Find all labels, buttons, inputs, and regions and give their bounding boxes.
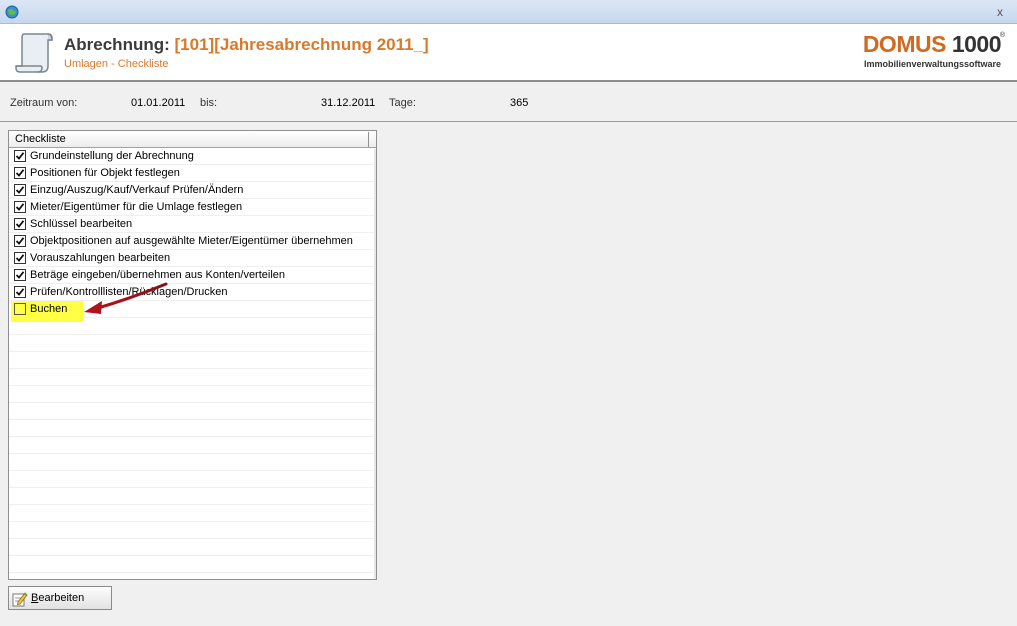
checked-checkbox[interactable] (14, 150, 26, 162)
annotation-arrow (84, 282, 168, 314)
scroll-document-icon (15, 33, 53, 73)
bearbeiten-label: Bearbeiten (31, 592, 85, 604)
bis-label: bis: (200, 97, 218, 109)
empty-row (9, 403, 376, 420)
checklist-row[interactable]: Einzug/Auszug/Kauf/Verkauf Prüfen/Ändern (9, 182, 376, 199)
checklist-item-label: Beträge eingeben/übernehmen aus Konten/v… (30, 269, 286, 281)
empty-row (9, 335, 376, 352)
checklist-item-label: Einzug/Auszug/Kauf/Verkauf Prüfen/Ändern (30, 184, 244, 196)
checklist-table: Checkliste Grundeinstellung der Abrechnu… (8, 130, 377, 580)
checkmark-icon (15, 220, 25, 228)
empty-row (9, 539, 376, 556)
checkmark-icon (15, 237, 25, 245)
checklist-row[interactable]: Positionen für Objekt festlegen (9, 165, 376, 182)
checkmark-icon (15, 152, 25, 160)
checklist-row[interactable]: Beträge eingeben/übernehmen aus Konten/v… (9, 267, 376, 284)
empty-row (9, 352, 376, 369)
checklist-row[interactable]: Vorauszahlungen bearbeiten (9, 250, 376, 267)
column-resize-handle[interactable] (368, 132, 370, 147)
checklist-column-header[interactable]: Checkliste (9, 131, 376, 148)
edit-pencil-icon (12, 592, 28, 607)
logo-brand: DOMUS (862, 31, 947, 57)
empty-row (9, 522, 376, 539)
checklist-row[interactable]: Schlüssel bearbeiten (9, 216, 376, 233)
checked-checkbox[interactable] (14, 167, 26, 179)
checked-checkbox[interactable] (14, 201, 26, 213)
window-titlebar: x (0, 0, 1017, 24)
bis-value: 31.12.2011 (321, 97, 376, 109)
checklist-item-label: Mieter/Eigentümer für die Umlage festleg… (30, 201, 243, 213)
zeitraum-value: 01.01.2011 (131, 97, 186, 109)
empty-row (9, 505, 376, 522)
checklist-row[interactable]: Mieter/Eigentümer für die Umlage festleg… (9, 199, 376, 216)
empty-row (9, 420, 376, 437)
logo-wordmark: DOMUS 1000 (862, 31, 1002, 58)
checked-checkbox[interactable] (14, 235, 26, 247)
checked-checkbox[interactable] (14, 184, 26, 196)
checked-checkbox[interactable] (14, 218, 26, 230)
checked-checkbox[interactable] (14, 252, 26, 264)
empty-row (9, 454, 376, 471)
empty-row (9, 386, 376, 403)
tage-label: Tage: (389, 97, 416, 109)
empty-row (9, 437, 376, 454)
unchecked-checkbox[interactable] (14, 303, 26, 315)
checkmark-icon (15, 271, 25, 279)
column-header-label: Checkliste (15, 133, 66, 145)
logo-registered: ® (999, 32, 1005, 39)
bearbeiten-button[interactable]: Bearbeiten (8, 586, 112, 610)
checklist-item-label: Objektpositionen auf ausgewählte Mieter/… (30, 235, 353, 247)
empty-row (9, 556, 376, 573)
checklist-rows: Grundeinstellung der Abrechnung Positione… (9, 148, 376, 573)
checklist-item-label: Vorauszahlungen bearbeiten (30, 252, 171, 264)
page-title: Abrechnung: [101][Jahresabrechnung 2011_… (64, 35, 429, 55)
period-info-bar: Zeitraum von: 01.01.2011 bis: 31.12.2011… (0, 82, 1017, 122)
checklist-item-label: Positionen für Objekt festlegen (30, 167, 180, 179)
checklist-row[interactable]: Buchen (9, 301, 376, 322)
checkmark-icon (15, 186, 25, 194)
checkmark-icon (15, 203, 25, 211)
logo-tagline: Immobilienverwaltungssoftware (863, 59, 1001, 69)
page-subtitle: Umlagen - Checkliste (64, 58, 169, 70)
checklist-item-label: Grundeinstellung der Abrechnung (30, 150, 194, 162)
checklist-item-label: Schlüssel bearbeiten (30, 218, 133, 230)
domus-logo: DOMUS 1000 ® Immobilienverwaltungssoftwa… (863, 31, 1005, 75)
checklist-row[interactable]: Grundeinstellung der Abrechnung (9, 148, 376, 165)
checked-checkbox[interactable] (14, 269, 26, 281)
checklist-item-label: Buchen (30, 303, 68, 315)
checked-checkbox[interactable] (14, 286, 26, 298)
title-prefix: Abrechnung: (64, 35, 170, 54)
checklist-row[interactable]: Prüfen/Kontrolllisten/Rücklagen/Drucken (9, 284, 376, 301)
close-button[interactable]: x (997, 5, 1003, 19)
checkmark-icon (15, 288, 25, 296)
empty-row (9, 488, 376, 505)
empty-row (9, 318, 376, 335)
app-globe-icon (5, 5, 19, 19)
empty-row (9, 471, 376, 488)
list-edge (374, 149, 376, 579)
title-highlight: [101][Jahresabrechnung 2011_] (174, 35, 429, 54)
checkmark-icon (15, 254, 25, 262)
checkmark-icon (15, 169, 25, 177)
page-header: Abrechnung: [101][Jahresabrechnung 2011_… (0, 24, 1017, 82)
empty-row (9, 369, 376, 386)
zeitraum-label: Zeitraum von: (10, 97, 78, 109)
checklist-row[interactable]: Objektpositionen auf ausgewählte Mieter/… (9, 233, 376, 250)
tage-value: 365 (510, 97, 529, 109)
logo-number: 1000 (951, 31, 1002, 57)
